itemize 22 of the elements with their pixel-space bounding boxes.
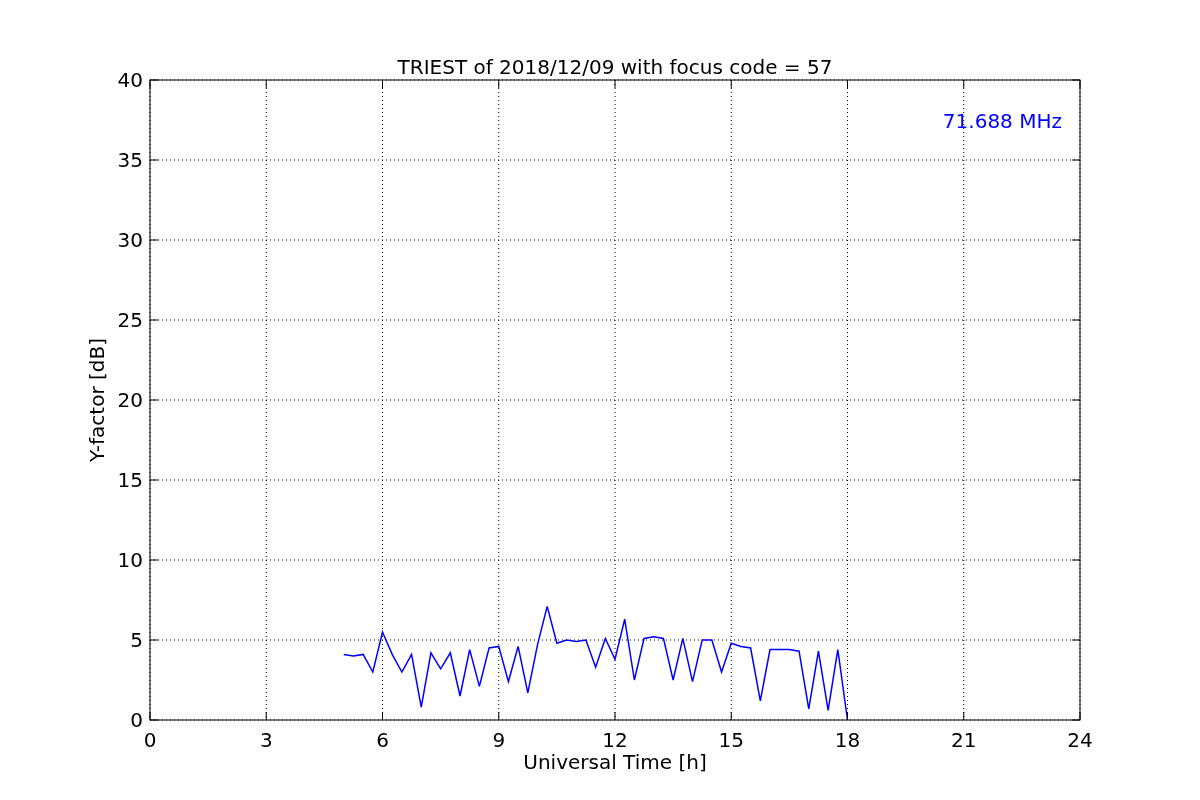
x-axis-label: Universal Time [h] bbox=[523, 750, 707, 774]
x-tick-label: 12 bbox=[602, 728, 628, 752]
y-tick-label: 30 bbox=[117, 228, 143, 252]
x-tick-label: 0 bbox=[143, 728, 157, 752]
y-tick-label: 15 bbox=[117, 468, 143, 492]
y-tick-label: 25 bbox=[117, 308, 143, 332]
series-label: 71.688 MHz bbox=[942, 109, 1062, 133]
chart-title: TRIEST of 2018/12/09 with focus code = 57 bbox=[397, 55, 833, 79]
x-tick-label: 9 bbox=[492, 728, 506, 752]
x-tick-label: 3 bbox=[259, 728, 273, 752]
y-tick-label: 40 bbox=[117, 68, 143, 92]
y-tick-label: 10 bbox=[117, 548, 143, 572]
y-tick-label: 0 bbox=[130, 708, 143, 732]
y-tick-label: 20 bbox=[117, 388, 143, 412]
y-axis-label: Y-factor [dB] bbox=[85, 338, 109, 462]
x-tick-label: 24 bbox=[1067, 728, 1093, 752]
x-tick-label: 18 bbox=[834, 728, 861, 752]
x-tick-label: 15 bbox=[718, 728, 744, 752]
x-tick-label: 21 bbox=[951, 728, 977, 752]
y-tick-label: 35 bbox=[117, 148, 143, 172]
x-tick-label: 6 bbox=[376, 728, 389, 752]
y-tick-label: 5 bbox=[130, 628, 143, 652]
